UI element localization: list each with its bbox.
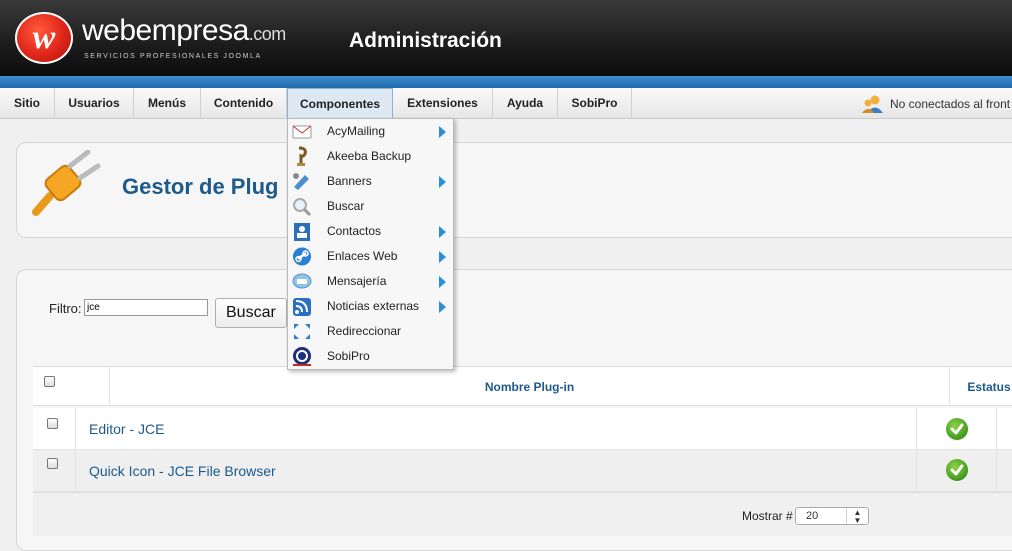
page-title: Gestor de Plug [122, 174, 279, 199]
menu-sitio[interactable]: Sitio [0, 88, 55, 119]
logo-wordmark: webempresa.com [82, 14, 286, 47]
redirect-icon [294, 324, 310, 339]
show-count-select[interactable]: 20 ▲ ▼ [795, 507, 869, 525]
dropdown-item-sobipro[interactable]: SobiPro [288, 344, 453, 369]
menu-contenido[interactable]: Contenido [201, 88, 287, 119]
plugin-icon [32, 150, 101, 216]
submenu-arrow-icon [439, 276, 446, 288]
filter-input[interactable] [84, 299, 208, 316]
logo-tagline: SERVICIOS PROFESIONALES JOOMLA [84, 53, 262, 60]
main-menubar: Sitio Usuarios Menús Contenido Component… [0, 88, 1012, 119]
pagination-bar: Mostrar # 20 ▲ ▼ [33, 492, 1012, 536]
search-icon [293, 198, 312, 217]
messaging-icon [292, 273, 312, 289]
menu-usuarios[interactable]: Usuarios [55, 88, 134, 119]
select-arrows-icon: ▲ ▼ [846, 508, 868, 525]
admin-title: Administración [349, 29, 502, 52]
submenu-arrow-icon [439, 126, 446, 138]
select-all-checkbox[interactable] [44, 376, 55, 387]
banners-icon [293, 173, 309, 190]
search-button[interactable]: Buscar [215, 298, 287, 328]
dropdown-item-buscar[interactable]: Buscar [288, 194, 453, 219]
admin-header: w webempresa.com SERVICIOS PROFESIONALES… [0, 0, 1012, 76]
users-icon [862, 95, 883, 113]
plugin-name-link[interactable]: Editor - JCE [89, 408, 164, 450]
column-header-status[interactable]: Estatus [949, 367, 1012, 407]
acymailing-icon [292, 125, 312, 139]
akeeba-icon [297, 146, 307, 166]
frontend-status[interactable]: No conectados al front [862, 94, 1012, 114]
weblinks-icon [293, 247, 311, 266]
filter-label: Filtro: [49, 301, 82, 316]
table-row: Quick Icon - JCE File Browser [33, 450, 1012, 492]
status-enabled-icon[interactable] [946, 418, 968, 440]
dropdown-item-banners[interactable]: Banners [288, 169, 453, 194]
table-row: Editor - JCE [33, 408, 1012, 450]
menu-componentes[interactable]: Componentes [287, 88, 393, 119]
newsfeeds-icon [293, 298, 311, 316]
contacts-icon [294, 223, 310, 241]
dropdown-item-akeeba-backup[interactable]: Akeeba Backup [288, 144, 453, 169]
dropdown-item-contactos[interactable]: Contactos [288, 219, 453, 244]
webempresa-logo-icon: w [15, 12, 73, 64]
dropdown-item-enlaces-web[interactable]: Enlaces Web [288, 244, 453, 269]
submenu-arrow-icon [439, 301, 446, 313]
menu-sobipro[interactable]: SobiPro [558, 88, 632, 119]
componentes-dropdown: AcyMailing Akeeba Backup Banners Buscar … [287, 118, 454, 370]
submenu-arrow-icon [439, 226, 446, 238]
row-checkbox[interactable] [47, 418, 58, 429]
submenu-arrow-icon [439, 176, 446, 188]
dropdown-item-redireccionar[interactable]: Redireccionar [288, 319, 453, 344]
status-enabled-icon[interactable] [946, 459, 968, 481]
sobipro-icon [293, 347, 311, 366]
table-header: Nombre Plug-in Estatus [33, 366, 1012, 407]
submenu-arrow-icon [439, 251, 446, 263]
frontend-status-label: No conectados al front [890, 97, 1011, 111]
menu-menus[interactable]: Menús [134, 88, 201, 119]
menu-ayuda[interactable]: Ayuda [493, 88, 558, 119]
row-checkbox[interactable] [47, 458, 58, 469]
dropdown-item-noticias-externas[interactable]: Noticias externas [288, 294, 453, 319]
menu-extensiones[interactable]: Extensiones [393, 88, 493, 119]
header-accent-bar [0, 76, 1012, 88]
dropdown-item-acymailing[interactable]: AcyMailing [288, 119, 453, 144]
dropdown-item-mensajeria[interactable]: Mensajería [288, 269, 453, 294]
column-header-name[interactable]: Nombre Plug-in [109, 367, 949, 407]
plugin-name-link[interactable]: Quick Icon - JCE File Browser [89, 450, 276, 492]
show-count-label: Mostrar # [742, 509, 793, 523]
